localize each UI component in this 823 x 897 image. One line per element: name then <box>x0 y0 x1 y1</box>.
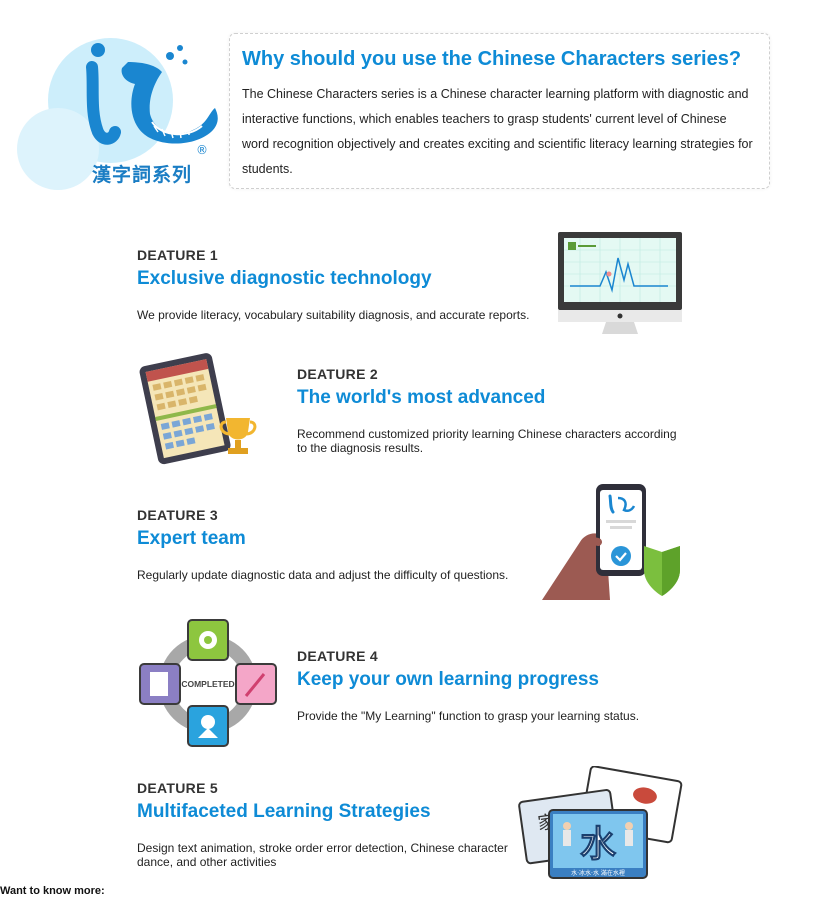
feature-description: We provide literacy, vocabulary suitabil… <box>137 308 530 322</box>
feature-2: DEATURE 2 The world's most advanced Reco… <box>294 366 687 455</box>
feature-3: DEATURE 3 Expert team Regularly update d… <box>134 507 537 582</box>
monitor-chart-icon <box>558 232 682 334</box>
intro-description: The Chinese Characters series is a Chine… <box>242 87 753 176</box>
learning-cycle-icon: COMPLETED <box>139 619 277 747</box>
feature-description: Recommend customized priority learning C… <box>297 427 677 455</box>
feature-1: DEATURE 1 Exclusive diagnostic technolog… <box>134 247 547 322</box>
feature-title: Keep your own learning progress <box>297 669 599 690</box>
flashcards-icon: 家 水 水·冰水·水 滿在水裡 <box>518 766 683 879</box>
feature-title: Exclusive diagnostic technology <box>137 268 432 289</box>
intro-panel: Why should you use the Chinese Character… <box>229 33 770 189</box>
feature-description: Design text animation, stroke order erro… <box>137 841 508 869</box>
feature-5: DEATURE 5 Multifaceted Learning Strategi… <box>134 780 517 869</box>
feature-tag: DEATURE 4 <box>294 648 382 664</box>
feature-4: DEATURE 4 Keep your own learning progres… <box>294 648 697 723</box>
feature-description: Provide the "My Learning" function to gr… <box>297 709 640 723</box>
intro-title: Why should you use the Chinese Character… <box>242 48 742 70</box>
tablet-trophy-icon <box>139 353 257 465</box>
feature-tag: DEATURE 1 <box>134 247 222 263</box>
feature-tag: DEATURE 5 <box>134 780 222 796</box>
whale-icon: ® <box>86 43 218 157</box>
svg-text:®: ® <box>196 143 208 157</box>
brand-name: 漢字詞系列 <box>92 164 193 186</box>
phone-shield-icon <box>542 484 680 600</box>
want-to-know-more: Want to know more: <box>0 885 105 897</box>
card-character: 水 <box>580 824 617 865</box>
brand-logo: ® 漢字詞系列 <box>15 38 225 190</box>
feature-title: Expert team <box>137 528 246 549</box>
feature-tag: DEATURE 3 <box>134 507 222 523</box>
feature-title: Multifaceted Learning Strategies <box>137 801 431 822</box>
card-caption: 水·冰水·水 滿在水裡 <box>571 869 625 877</box>
feature-tag: DEATURE 2 <box>294 366 382 382</box>
cycle-label: COMPLETED <box>181 679 234 689</box>
feature-description: Regularly update diagnostic data and adj… <box>137 568 509 582</box>
feature-title: The world's most advanced <box>297 387 546 408</box>
